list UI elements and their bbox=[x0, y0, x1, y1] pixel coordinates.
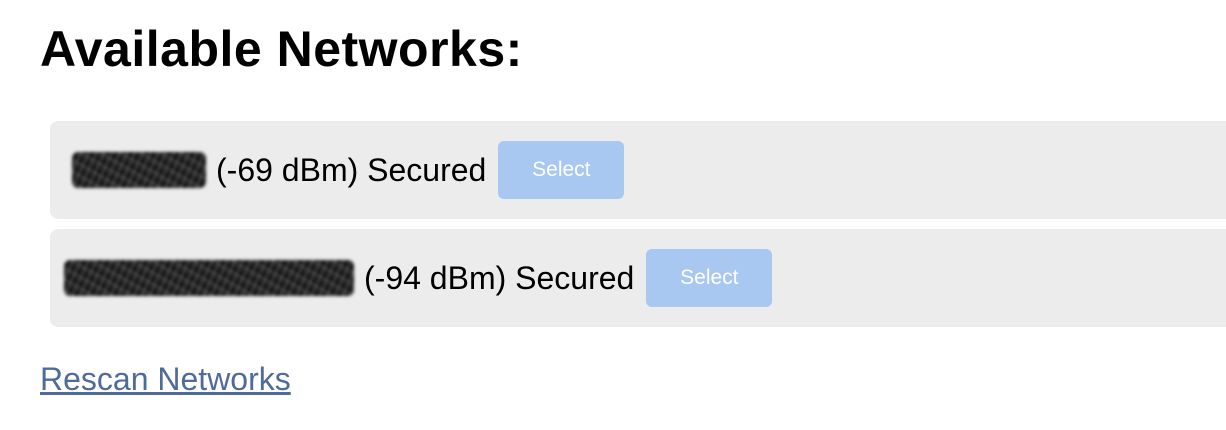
network-list: (-69 dBm) Secured Select (-94 dBm) Secur… bbox=[50, 121, 1226, 337]
security-status: Secured bbox=[515, 260, 635, 296]
page-title: Available Networks: bbox=[40, 21, 523, 77]
signal-strength: (-69 dBm) bbox=[216, 152, 359, 188]
network-row: (-69 dBm) Secured Select bbox=[50, 121, 1226, 219]
network-info: (-94 dBm) Secured bbox=[364, 258, 634, 298]
signal-strength: (-94 dBm) bbox=[364, 260, 507, 296]
wifi-setup-page: Available Networks: (-69 dBm) Secured Se… bbox=[0, 0, 1226, 430]
network-row: (-94 dBm) Secured Select bbox=[50, 229, 1226, 327]
select-network-button[interactable]: Select bbox=[646, 249, 773, 307]
select-network-button[interactable]: Select bbox=[498, 141, 625, 199]
redacted-ssid bbox=[72, 152, 206, 188]
security-status: Secured bbox=[367, 152, 487, 188]
rescan-networks-link[interactable]: Rescan Networks bbox=[40, 359, 291, 399]
redacted-ssid bbox=[64, 260, 354, 296]
network-info: (-69 dBm) Secured bbox=[216, 150, 486, 190]
